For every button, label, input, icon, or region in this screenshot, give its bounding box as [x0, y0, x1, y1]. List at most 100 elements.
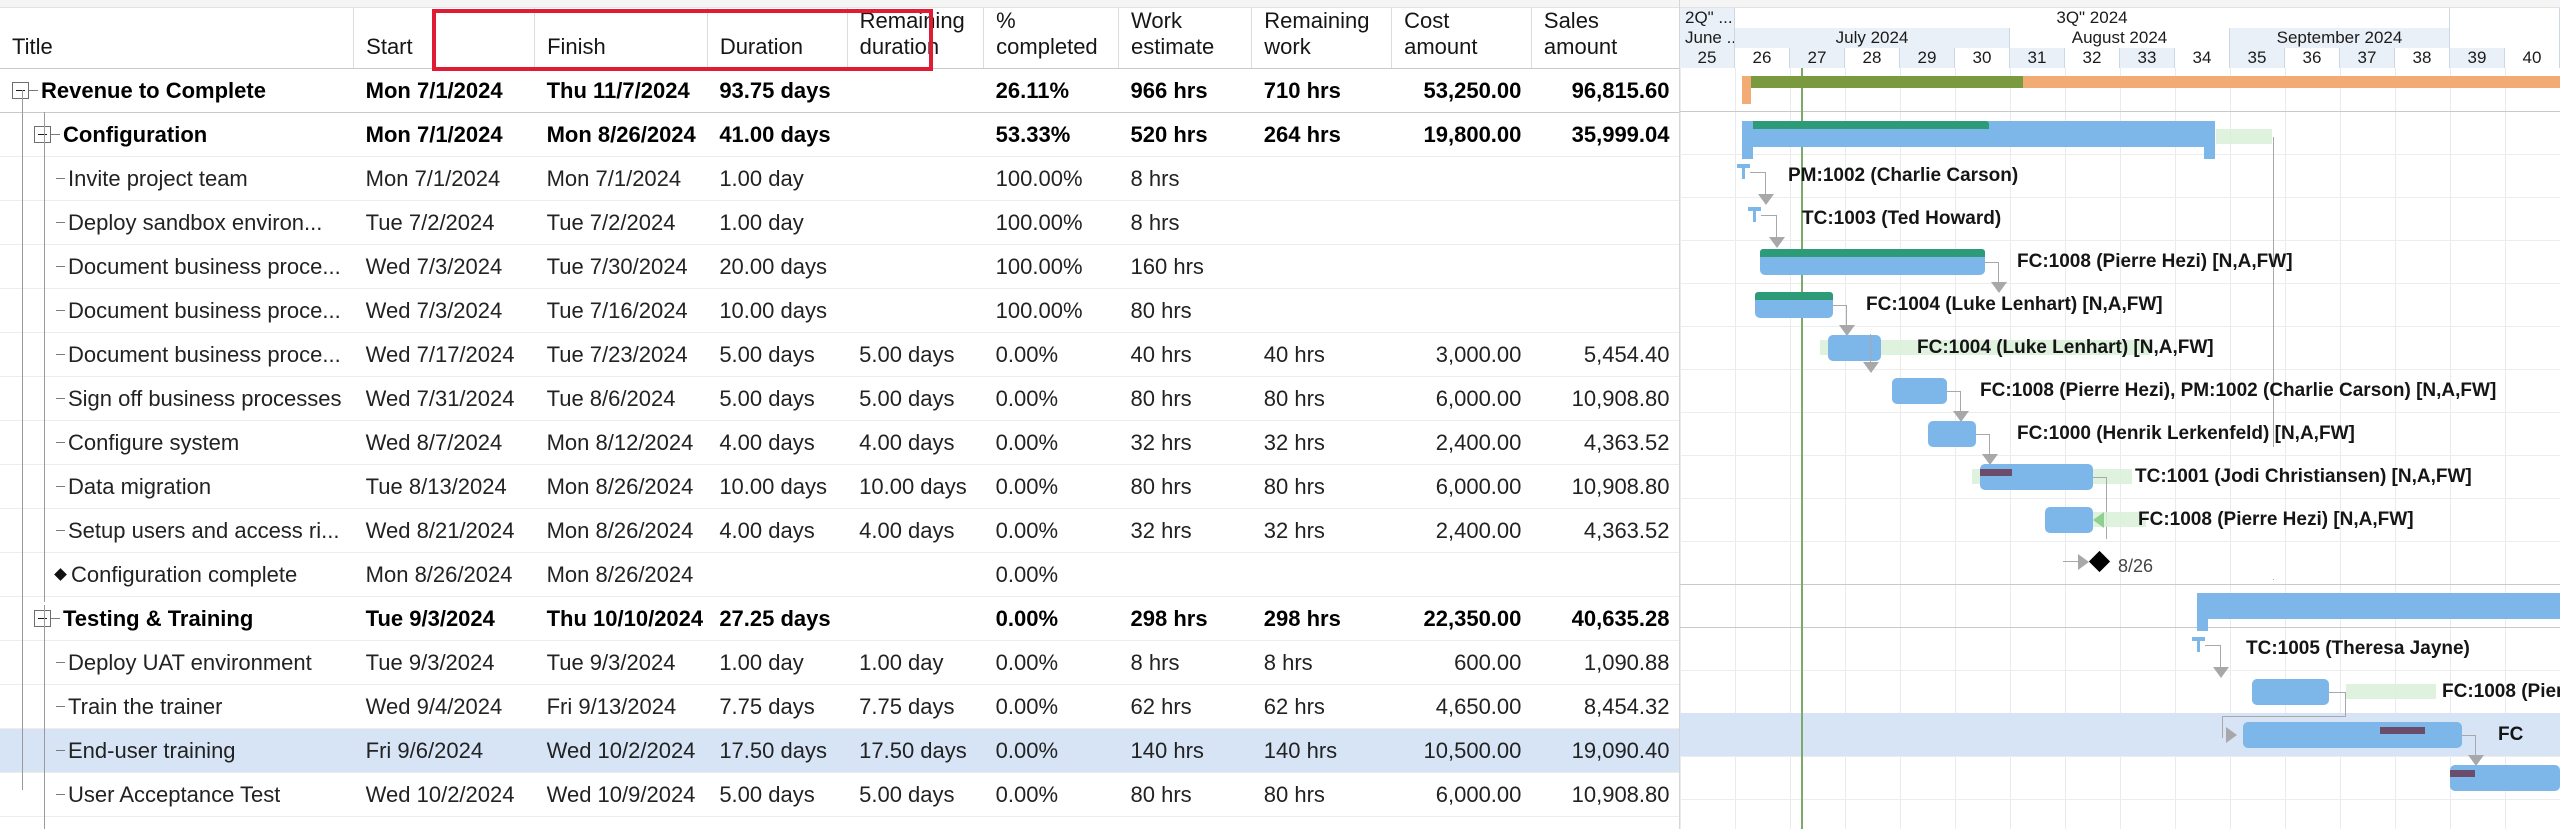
table-row[interactable]: Invite project team Mon 7/1/2024 Mon 7/1/2…: [0, 156, 1679, 201]
gantt-bar-row15[interactable]: [2243, 722, 2462, 748]
milestone-flag-icon-tc1003[interactable]: [1748, 207, 1761, 222]
table-row[interactable]: User Acceptance Test Wed 10/2/2024 Wed 10/…: [0, 772, 1679, 817]
timeline-header: 2Q" ...3Q" 2024 June ...July 2024August …: [1680, 8, 2560, 68]
column-header-remdur[interactable]: Remaining duration: [847, 8, 985, 69]
gantt-summary-progress-configuration: [1742, 121, 1989, 129]
dep-h-r8: [1976, 434, 1990, 435]
column-header-cost[interactable]: Cost amount: [1391, 8, 1532, 69]
column-header-pct[interactable]: % completed: [983, 8, 1120, 69]
column-header-start[interactable]: Start: [353, 8, 536, 69]
cell-remwork: [1251, 288, 1392, 333]
gantt-bar-progress-row5: [1755, 292, 1833, 300]
table-row[interactable]: Testing & Training Tue 9/3/2024 Thu 10/10/…: [0, 596, 1679, 641]
table-row[interactable]: Configuration Mon 7/1/2024 Mon 8/26/2024 41…: [0, 112, 1679, 157]
gantt-bar-row10[interactable]: [2045, 507, 2093, 533]
gantt-bar-row6[interactable]: [1828, 335, 1881, 361]
column-header-finish[interactable]: Finish: [534, 8, 708, 69]
table-row[interactable]: Document business proce... Wed 7/3/2024 Tu…: [0, 288, 1679, 333]
table-row[interactable]: Data migration Tue 8/13/2024 Mon 8/26/2024…: [0, 464, 1679, 509]
cell-title: Train the trainer: [0, 684, 354, 729]
cell-start: Wed 7/17/2024: [353, 332, 535, 377]
table-row[interactable]: Setup users and access ri... Wed 8/21/202…: [0, 508, 1679, 553]
cell-remwork: 140 hrs: [1251, 728, 1392, 773]
cell-workest: 966 hrs: [1118, 68, 1252, 113]
gantt-bar-row16[interactable]: [2450, 765, 2560, 791]
cell-pct: 0.00%: [983, 332, 1119, 377]
timeline-month-cell-1: July 2024: [1735, 28, 2010, 48]
table-row[interactable]: End-user training Fri 9/6/2024 Wed 10/2/20…: [0, 728, 1679, 773]
tree-connector: [56, 793, 65, 795]
dep-v-r13: [2220, 645, 2221, 669]
expander-collapse-icon[interactable]: [34, 609, 51, 627]
gantt-rowline-9: [1680, 455, 2560, 456]
table-row[interactable]: Deploy sandbox environ... Tue 7/2/2024 Tue…: [0, 200, 1679, 245]
dep-h-r5: [1833, 305, 1847, 306]
cell-sales: [1531, 244, 1679, 289]
cell-finish: Wed 10/9/2024: [534, 772, 708, 817]
cell-title: Testing & Training: [0, 596, 354, 641]
table-row[interactable]: Train the trainer Wed 9/4/2024 Fri 9/13/20…: [0, 684, 1679, 729]
tree-connector: [51, 617, 60, 619]
tree-guide-level2-testing: [44, 605, 45, 829]
cell-start: Tue 9/3/2024: [353, 640, 535, 685]
gantt-bar-row8[interactable]: [1928, 421, 1976, 447]
gantt-bracket-right-configuration: [2204, 121, 2215, 159]
table-row[interactable]: Document business proce... Wed 7/17/2024 T…: [0, 332, 1679, 377]
cell-sales: 10,908.80: [1531, 376, 1679, 421]
gantt-bar-row14[interactable]: [2252, 679, 2329, 705]
gantt-bar-row9[interactable]: [1980, 464, 2093, 490]
cell-pct: 26.11%: [983, 68, 1119, 113]
table-row[interactable]: Deploy UAT environment Tue 9/3/2024 Tue 9/…: [0, 640, 1679, 685]
cell-pct: 0.00%: [983, 684, 1119, 729]
expander-collapse-icon[interactable]: [12, 81, 29, 99]
task-title: Setup users and access ri...: [68, 517, 340, 543]
timeline-week-row: 25 26 27 28 29 30 31 32 33 34 35 36 37 38 39 40: [1680, 48, 2560, 68]
column-header-title[interactable]: Title: [0, 8, 355, 69]
milestone-flag-icon-pm1002[interactable]: [1737, 164, 1750, 179]
cell-cost: 22,350.00: [1391, 596, 1532, 641]
gantt-bar-label-row9: TC:1001 (Jodi Christiansen) [N,A,FW]: [2135, 466, 2472, 487]
cell-workest: 40 hrs: [1118, 332, 1252, 377]
cell-start: Tue 8/13/2024: [353, 464, 535, 509]
cell-duration: 10.00 days: [707, 288, 848, 333]
task-grid-pane: Title Start Finish Duration Remaining durati…: [0, 0, 1680, 829]
column-header-duration[interactable]: Duration: [707, 8, 848, 69]
gantt-bar-progress-row4: [1760, 249, 1985, 257]
expander-collapse-icon[interactable]: [34, 125, 51, 143]
milestone-flag-icon-tc1005[interactable]: [2192, 637, 2205, 652]
table-row[interactable]: Configure system Wed 8/7/2024 Mon 8/12/202…: [0, 420, 1679, 465]
gantt-bracket-left-testing: [2197, 593, 2208, 631]
cell-workest: 32 hrs: [1118, 508, 1252, 553]
gantt-summary-bar-testing[interactable]: [2197, 593, 2560, 619]
dep-v-r9: [2106, 477, 2107, 539]
gantt-bar-row7[interactable]: [1892, 378, 1947, 404]
timeline-week-cell-31: 31: [2010, 48, 2065, 68]
cell-cost: [1391, 200, 1532, 245]
cell-start: Mon 7/1/2024: [353, 112, 535, 157]
table-row[interactable]: Revenue to Complete Mon 7/1/2024 Thu 11/7/…: [0, 68, 1679, 113]
column-header-sales[interactable]: Sales amount: [1531, 8, 1679, 69]
column-header-workest[interactable]: Work estimate: [1118, 8, 1253, 69]
dep-h-r3: [1761, 215, 1777, 216]
dep-v-r4: [1998, 262, 1999, 284]
cell-finish: Tue 9/3/2024: [534, 640, 708, 685]
timeline-quarter-row: 2Q" ... 3Q" 2024: [1680, 8, 2560, 28]
table-row[interactable]: Configuration complete Mon 8/26/2024 Mon 8…: [0, 552, 1679, 597]
task-title: End-user training: [68, 737, 236, 763]
gantt-bars-area[interactable]: PM:1002 (Charlie Carson) TC:1003 (Ted How…: [1680, 68, 2560, 829]
cell-cost: [1391, 156, 1532, 201]
milestone-diamond-826[interactable]: [2088, 550, 2111, 573]
cell-finish: Mon 7/1/2024: [534, 156, 708, 201]
cell-sales: 10,908.80: [1531, 464, 1679, 509]
cell-start: Wed 10/2/2024: [353, 772, 535, 817]
gantt-rowline-7: [1680, 369, 2560, 370]
dep-v-r3: [1776, 215, 1777, 239]
table-row[interactable]: Document business proce... Wed 7/3/2024 Tu…: [0, 244, 1679, 289]
dep-h-r2: [1750, 172, 1766, 173]
gantt-rowline-4: [1680, 240, 2560, 241]
gantt-rowline-5: [1680, 283, 2560, 284]
table-row[interactable]: Sign off business processes Wed 7/31/2024…: [0, 376, 1679, 421]
column-header-remwork[interactable]: Remaining work: [1251, 8, 1393, 69]
cell-pct: 0.00%: [983, 596, 1119, 641]
cell-cost: [1391, 552, 1532, 597]
